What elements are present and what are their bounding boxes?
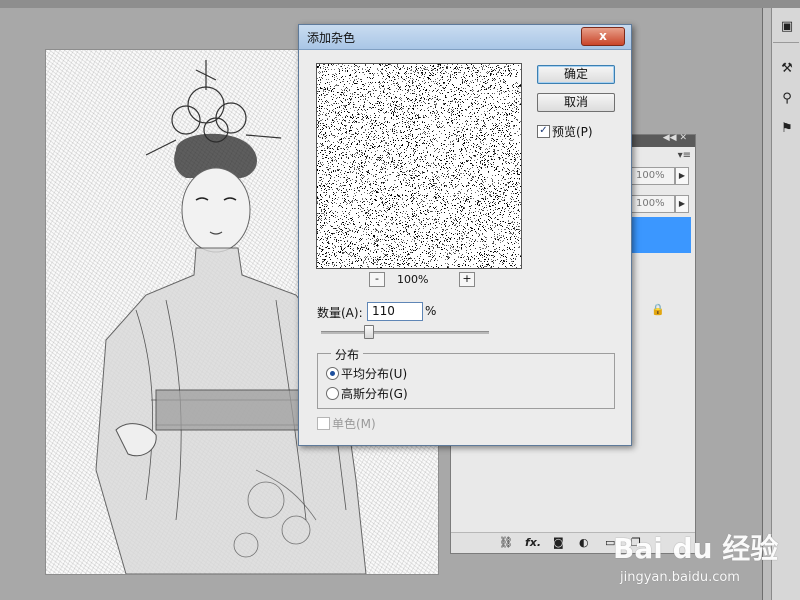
dock-separator	[773, 42, 799, 43]
zoom-out-button[interactable]: -	[369, 272, 385, 287]
history-icon[interactable]: ▣	[777, 18, 797, 36]
fx-icon[interactable]: fx.	[525, 536, 541, 549]
watermark-logo-text: Bai du 经验	[613, 532, 779, 565]
add-noise-dialog: 添加杂色 x - 100% + 确定 取消 ✓ 预览(P) 数量(A): 110…	[298, 24, 632, 446]
monochromatic-checkbox[interactable]	[317, 417, 330, 430]
fill-arrow-icon[interactable]: ▶	[675, 195, 689, 213]
opacity-arrow-icon[interactable]: ▶	[675, 167, 689, 185]
ok-button[interactable]: 确定	[537, 65, 615, 84]
cancel-button[interactable]: 取消	[537, 93, 615, 112]
fill-field[interactable]: 100%	[631, 195, 675, 213]
amount-slider-track[interactable]	[321, 331, 489, 334]
watermark-url: jingyan.baidu.com	[620, 570, 740, 585]
opacity-field[interactable]: 100%	[631, 167, 675, 185]
gaussian-radio[interactable]	[326, 387, 339, 400]
preview-checkbox[interactable]: ✓	[537, 125, 550, 138]
amount-label: 数量(A):	[317, 306, 363, 320]
double-chevron-icon[interactable]: ◀◀ ✕	[663, 133, 687, 143]
panel-menu-icon[interactable]: ▾≡	[678, 150, 691, 161]
minus-icon: -	[375, 272, 379, 285]
dock-collapse-strip[interactable]	[763, 8, 772, 600]
close-icon: x	[599, 29, 607, 43]
mask-icon[interactable]: ◙	[553, 536, 564, 549]
dialog-titlebar[interactable]: 添加杂色 x	[299, 25, 631, 50]
close-button[interactable]: x	[581, 27, 625, 46]
brush-icon[interactable]: ⚒	[777, 60, 797, 78]
right-dock: ▣ ⚒ ⚲ ⚑	[762, 8, 800, 600]
uniform-radio[interactable]	[326, 367, 339, 380]
noise-preview-image	[317, 64, 521, 268]
zoom-level: 100%	[397, 273, 429, 286]
selected-layer-row[interactable]	[629, 217, 691, 253]
link-icon[interactable]: ⛓	[499, 536, 513, 549]
monochromatic-label[interactable]: 单色(M)	[332, 415, 376, 432]
dialog-title: 添加杂色	[307, 31, 356, 45]
adjustment-icon[interactable]: ◐	[579, 536, 589, 549]
stamp-icon[interactable]: ⚑	[777, 120, 797, 138]
noise-preview[interactable]	[316, 63, 522, 269]
gaussian-label[interactable]: 高斯分布(G)	[341, 385, 408, 402]
plus-icon: +	[462, 272, 472, 285]
amount-input[interactable]: 110	[367, 302, 423, 321]
preview-label[interactable]: 预览(P)	[552, 123, 593, 140]
amount-unit: %	[425, 304, 437, 318]
baidu-jingyan-logo: Bai du 经验	[613, 527, 778, 567]
lock-icon: 🔒	[651, 303, 665, 316]
clone-icon[interactable]: ⚲	[777, 90, 797, 108]
uniform-label[interactable]: 平均分布(U)	[341, 365, 407, 382]
zoom-in-button[interactable]: +	[459, 272, 475, 287]
distribution-title: 分布	[331, 346, 364, 363]
amount-slider-thumb[interactable]	[364, 325, 374, 339]
